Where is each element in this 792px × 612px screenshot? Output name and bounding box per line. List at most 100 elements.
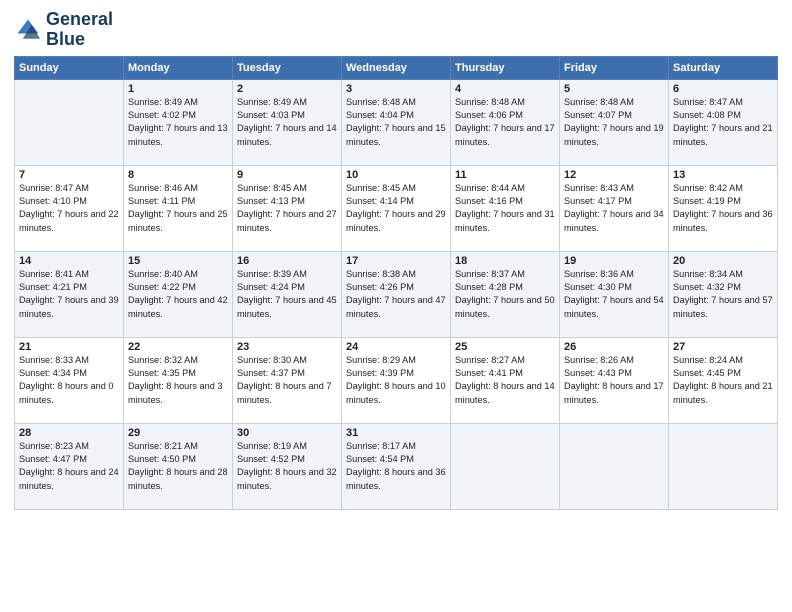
calendar-cell: 9Sunrise: 8:45 AMSunset: 4:13 PMDaylight… <box>233 165 342 251</box>
calendar-cell: 30Sunrise: 8:19 AMSunset: 4:52 PMDayligh… <box>233 423 342 509</box>
calendar-cell <box>15 79 124 165</box>
daylight-text: Daylight: 7 hours and 22 minutes. <box>19 209 119 232</box>
cell-content: Sunrise: 8:32 AMSunset: 4:35 PMDaylight:… <box>128 354 228 407</box>
sunrise-text: Sunrise: 8:47 AM <box>19 183 89 193</box>
cell-content: Sunrise: 8:17 AMSunset: 4:54 PMDaylight:… <box>346 440 446 493</box>
week-row-4: 28Sunrise: 8:23 AMSunset: 4:47 PMDayligh… <box>15 423 778 509</box>
sunset-text: Sunset: 4:24 PM <box>237 282 305 292</box>
sunrise-text: Sunrise: 8:43 AM <box>564 183 634 193</box>
daylight-text: Daylight: 7 hours and 31 minutes. <box>455 209 555 232</box>
sunset-text: Sunset: 4:04 PM <box>346 110 414 120</box>
calendar-cell: 12Sunrise: 8:43 AMSunset: 4:17 PMDayligh… <box>560 165 669 251</box>
sunset-text: Sunset: 4:17 PM <box>564 196 632 206</box>
day-number: 13 <box>673 169 773 181</box>
calendar-header: SundayMondayTuesdayWednesdayThursdayFrid… <box>15 56 778 79</box>
daylight-text: Daylight: 8 hours and 10 minutes. <box>346 381 446 404</box>
header-cell-wednesday: Wednesday <box>342 56 451 79</box>
calendar-cell: 29Sunrise: 8:21 AMSunset: 4:50 PMDayligh… <box>124 423 233 509</box>
cell-content: Sunrise: 8:21 AMSunset: 4:50 PMDaylight:… <box>128 440 228 493</box>
daylight-text: Daylight: 7 hours and 21 minutes. <box>673 123 773 146</box>
header-cell-thursday: Thursday <box>451 56 560 79</box>
sunset-text: Sunset: 4:37 PM <box>237 368 305 378</box>
header-cell-saturday: Saturday <box>669 56 778 79</box>
calendar-cell: 1Sunrise: 8:49 AMSunset: 4:02 PMDaylight… <box>124 79 233 165</box>
daylight-text: Daylight: 7 hours and 42 minutes. <box>128 295 228 318</box>
sunrise-text: Sunrise: 8:49 AM <box>237 97 307 107</box>
sunset-text: Sunset: 4:10 PM <box>19 196 87 206</box>
daylight-text: Daylight: 7 hours and 15 minutes. <box>346 123 446 146</box>
sunrise-text: Sunrise: 8:27 AM <box>455 355 525 365</box>
calendar-cell: 26Sunrise: 8:26 AMSunset: 4:43 PMDayligh… <box>560 337 669 423</box>
day-number: 11 <box>455 169 555 181</box>
day-number: 23 <box>237 341 337 353</box>
sunset-text: Sunset: 4:28 PM <box>455 282 523 292</box>
cell-content: Sunrise: 8:27 AMSunset: 4:41 PMDaylight:… <box>455 354 555 407</box>
calendar-body: 1Sunrise: 8:49 AMSunset: 4:02 PMDaylight… <box>15 79 778 509</box>
cell-content: Sunrise: 8:42 AMSunset: 4:19 PMDaylight:… <box>673 182 773 235</box>
sunrise-text: Sunrise: 8:46 AM <box>128 183 198 193</box>
logo: General Blue <box>14 10 113 50</box>
cell-content: Sunrise: 8:49 AMSunset: 4:02 PMDaylight:… <box>128 96 228 149</box>
sunset-text: Sunset: 4:32 PM <box>673 282 741 292</box>
logo-text: General Blue <box>46 10 113 50</box>
sunset-text: Sunset: 4:54 PM <box>346 454 414 464</box>
day-number: 6 <box>673 83 773 95</box>
sunset-text: Sunset: 4:30 PM <box>564 282 632 292</box>
day-number: 5 <box>564 83 664 95</box>
cell-content: Sunrise: 8:36 AMSunset: 4:30 PMDaylight:… <box>564 268 664 321</box>
cell-content: Sunrise: 8:19 AMSunset: 4:52 PMDaylight:… <box>237 440 337 493</box>
day-number: 16 <box>237 255 337 267</box>
sunrise-text: Sunrise: 8:17 AM <box>346 441 416 451</box>
sunset-text: Sunset: 4:22 PM <box>128 282 196 292</box>
daylight-text: Daylight: 7 hours and 25 minutes. <box>128 209 228 232</box>
cell-content: Sunrise: 8:48 AMSunset: 4:04 PMDaylight:… <box>346 96 446 149</box>
header-cell-friday: Friday <box>560 56 669 79</box>
daylight-text: Daylight: 8 hours and 0 minutes. <box>19 381 114 404</box>
sunrise-text: Sunrise: 8:49 AM <box>128 97 198 107</box>
calendar-cell: 11Sunrise: 8:44 AMSunset: 4:16 PMDayligh… <box>451 165 560 251</box>
calendar-cell: 21Sunrise: 8:33 AMSunset: 4:34 PMDayligh… <box>15 337 124 423</box>
day-number: 31 <box>346 427 446 439</box>
day-number: 3 <box>346 83 446 95</box>
sunrise-text: Sunrise: 8:37 AM <box>455 269 525 279</box>
sunset-text: Sunset: 4:06 PM <box>455 110 523 120</box>
sunrise-text: Sunrise: 8:41 AM <box>19 269 89 279</box>
daylight-text: Daylight: 8 hours and 32 minutes. <box>237 467 337 490</box>
header-row: SundayMondayTuesdayWednesdayThursdayFrid… <box>15 56 778 79</box>
calendar-cell: 13Sunrise: 8:42 AMSunset: 4:19 PMDayligh… <box>669 165 778 251</box>
calendar-cell: 22Sunrise: 8:32 AMSunset: 4:35 PMDayligh… <box>124 337 233 423</box>
cell-content: Sunrise: 8:46 AM Sunset: 4:11 PM Daylight:… <box>128 182 228 235</box>
daylight-text: Daylight: 8 hours and 24 minutes. <box>19 467 119 490</box>
daylight-text: Daylight: 7 hours and 13 minutes. <box>128 123 228 146</box>
cell-content: Sunrise: 8:45 AMSunset: 4:14 PMDaylight:… <box>346 182 446 235</box>
calendar-cell: 14Sunrise: 8:41 AMSunset: 4:21 PMDayligh… <box>15 251 124 337</box>
day-number: 26 <box>564 341 664 353</box>
day-number: 22 <box>128 341 228 353</box>
cell-content: Sunrise: 8:39 AMSunset: 4:24 PMDaylight:… <box>237 268 337 321</box>
sunset-text: Sunset: 4:26 PM <box>346 282 414 292</box>
cell-content: Sunrise: 8:24 AMSunset: 4:45 PMDaylight:… <box>673 354 773 407</box>
sunset-text: Sunset: 4:03 PM <box>237 110 305 120</box>
header-cell-monday: Monday <box>124 56 233 79</box>
sunrise-text: Sunrise: 8:42 AM <box>673 183 743 193</box>
calendar-cell <box>669 423 778 509</box>
daylight-text: Daylight: 7 hours and 29 minutes. <box>346 209 446 232</box>
day-number: 2 <box>237 83 337 95</box>
calendar-cell: 18Sunrise: 8:37 AMSunset: 4:28 PMDayligh… <box>451 251 560 337</box>
sunset-text: Sunset: 4:08 PM <box>673 110 741 120</box>
cell-content: Sunrise: 8:45 AMSunset: 4:13 PMDaylight:… <box>237 182 337 235</box>
sunset-text: Sunset: 4:47 PM <box>19 454 87 464</box>
calendar-cell: 20Sunrise: 8:34 AMSunset: 4:32 PMDayligh… <box>669 251 778 337</box>
daylight-text: Daylight: 7 hours and 50 minutes. <box>455 295 555 318</box>
calendar-cell: 25Sunrise: 8:27 AMSunset: 4:41 PMDayligh… <box>451 337 560 423</box>
calendar-cell: 28Sunrise: 8:23 AMSunset: 4:47 PMDayligh… <box>15 423 124 509</box>
daylight-text: Daylight: 7 hours and 57 minutes. <box>673 295 773 318</box>
cell-content: Sunrise: 8:44 AMSunset: 4:16 PMDaylight:… <box>455 182 555 235</box>
daylight-text: Daylight: 8 hours and 21 minutes. <box>673 381 773 404</box>
day-number: 27 <box>673 341 773 353</box>
calendar-cell: 15Sunrise: 8:40 AMSunset: 4:22 PMDayligh… <box>124 251 233 337</box>
sunset-text: Sunset: 4:16 PM <box>455 196 523 206</box>
sunset-text: Sunset: 4:11 PM <box>128 196 195 206</box>
sunrise-text: Sunrise: 8:34 AM <box>673 269 743 279</box>
daylight-text: Daylight: 7 hours and 45 minutes. <box>237 295 337 318</box>
